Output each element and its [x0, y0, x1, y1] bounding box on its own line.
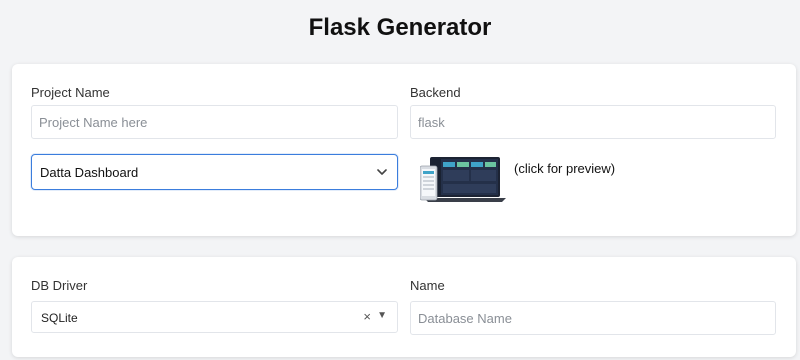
template-select-value: Datta Dashboard — [40, 165, 139, 180]
caret-down-icon: ▼ — [377, 310, 387, 321]
project-name-label: Project Name — [31, 85, 110, 100]
clear-icon[interactable]: × — [363, 309, 371, 324]
project-name-input[interactable] — [31, 105, 398, 139]
preview-link-text[interactable]: (click for preview) — [514, 161, 615, 176]
db-driver-select[interactable]: SQLite × ▼ — [31, 301, 398, 333]
dashboard-preview-image[interactable] — [420, 156, 506, 212]
db-name-label: Name — [410, 278, 445, 293]
template-select[interactable]: Datta Dashboard — [31, 154, 398, 190]
db-name-input[interactable] — [410, 301, 776, 335]
backend-label: Backend — [410, 85, 461, 100]
page-title: Flask Generator — [308, 14, 492, 41]
project-settings-card: Project Name Backend Datta Dashboard (cl… — [12, 64, 796, 236]
backend-input[interactable] — [410, 105, 776, 139]
db-driver-select-value: SQLite — [41, 311, 78, 325]
db-driver-label: DB Driver — [31, 278, 88, 293]
database-settings-card: DB Driver SQLite × ▼ Name — [12, 257, 796, 357]
chevron-down-icon — [377, 169, 387, 175]
